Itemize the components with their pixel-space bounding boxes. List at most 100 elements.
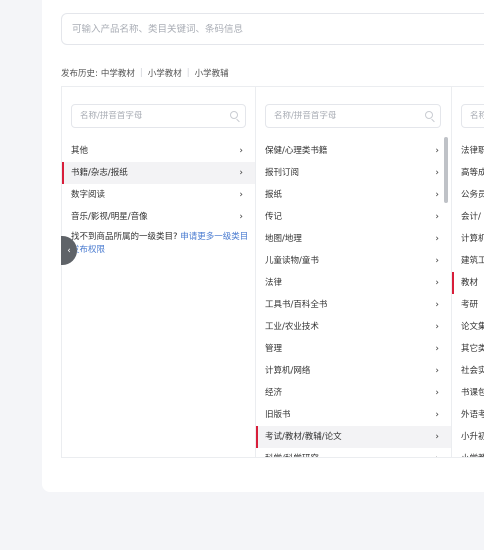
category-item-label: 法律	[265, 278, 283, 288]
column-filter[interactable]	[71, 104, 246, 128]
chevron-right-icon: ›	[435, 146, 439, 156]
category-item[interactable]: 外语考›	[452, 404, 484, 426]
chevron-right-icon: ›	[435, 432, 439, 442]
category-item[interactable]: 音乐/影视/明星/音像 ›	[62, 206, 255, 228]
category-item-label: 小学教	[461, 454, 484, 457]
category-item[interactable]: 科学/科学研究 ›	[256, 448, 451, 457]
publish-history: 发布历史: 中学教材 | 小学教材 | 小学教辅	[61, 67, 229, 79]
category-item[interactable]: 建筑工›	[452, 250, 484, 272]
chevron-right-icon: ›	[435, 278, 439, 288]
category-item-label: 建筑工	[461, 256, 484, 266]
history-item[interactable]: 小学教辅	[195, 67, 229, 79]
category-item[interactable]: 论文集›	[452, 316, 484, 338]
category-item-label: 书籍/杂志/报纸	[71, 168, 128, 178]
category-item-label: 科学/科学研究	[265, 454, 319, 457]
history-separator: |	[186, 68, 190, 78]
chevron-right-icon: ›	[239, 168, 243, 178]
history-separator: |	[139, 68, 143, 78]
category-list: 其他 › 书籍/杂志/报纸 › 数字阅读 › 音乐/影视/明星/音像 ›	[62, 140, 255, 228]
history-label: 发布历史:	[61, 69, 98, 79]
category-item-label: 保健/心理类书籍	[265, 146, 328, 156]
chevron-right-icon: ›	[239, 146, 243, 156]
search-icon	[425, 111, 433, 119]
column-filter[interactable]	[265, 104, 441, 128]
chevron-right-icon: ›	[435, 322, 439, 332]
search-icon	[230, 111, 238, 119]
product-search-input[interactable]	[72, 23, 484, 35]
category-item[interactable]: 报刊订阅 ›	[256, 162, 451, 184]
history-item[interactable]: 小学教材	[148, 67, 182, 79]
category-item[interactable]: 数字阅读 ›	[62, 184, 255, 206]
category-item[interactable]: 旧版书 ›	[256, 404, 451, 426]
category-item-label: 地图/地理	[265, 234, 302, 244]
chevron-right-icon: ›	[435, 448, 439, 457]
category-item[interactable]: 计算机/网络 ›	[256, 360, 451, 382]
chevron-right-icon: ›	[239, 212, 243, 222]
chevron-right-icon: ›	[239, 190, 243, 200]
category-item-label: 书课包	[461, 388, 484, 398]
category-list: 法律职›高等成›公务员›会计/›计算机›建筑工›教材›考研›论文集›其它类›社会…	[452, 140, 484, 457]
category-item[interactable]: 其它类›	[452, 338, 484, 360]
column-filter-input[interactable]	[274, 111, 432, 121]
category-item-label: 旧版书	[265, 410, 291, 420]
category-column-level3: 法律职›高等成›公务员›会计/›计算机›建筑工›教材›考研›论文集›其它类›社会…	[452, 87, 484, 457]
category-item[interactable]: 书课包›	[452, 382, 484, 404]
category-item-label: 公务员	[461, 190, 484, 200]
category-item[interactable]: 考研›	[452, 294, 484, 316]
category-item[interactable]: 传记 ›	[256, 206, 451, 228]
category-list: 保健/心理类书籍 › 报刊订阅 › 报纸 › 传记 › 地图/地理 › 儿童读物/童书 › 法律 › 工具书…	[256, 140, 451, 457]
category-item[interactable]: 小升初›	[452, 426, 484, 448]
category-item-label: 工具书/百科全书	[265, 300, 328, 310]
category-item[interactable]: 其他 ›	[62, 140, 255, 162]
chevron-right-icon: ›	[435, 212, 439, 222]
category-item-label: 高等成	[461, 168, 484, 178]
category-item[interactable]: 小学教›	[452, 448, 484, 457]
category-item[interactable]: 工具书/百科全书 ›	[256, 294, 451, 316]
category-column-level1: 其他 › 书籍/杂志/报纸 › 数字阅读 › 音乐/影视/明星/音像 › 找不到商品所属的一级…	[62, 87, 256, 457]
category-item-label: 工业/农业技术	[265, 322, 319, 332]
category-columns: 其他 › 书籍/杂志/报纸 › 数字阅读 › 音乐/影视/明星/音像 › 找不到商品所属的一级…	[61, 86, 484, 458]
category-item[interactable]: 报纸 ›	[256, 184, 451, 206]
category-item-label: 小升初	[461, 432, 484, 442]
category-item[interactable]: 经济 ›	[256, 382, 451, 404]
category-item[interactable]: 教材›	[452, 272, 484, 294]
column-filter-input[interactable]	[80, 111, 237, 121]
chevron-right-icon: ›	[435, 410, 439, 420]
column-filter[interactable]	[461, 104, 484, 128]
category-item[interactable]: 儿童读物/童书 ›	[256, 250, 451, 272]
category-item[interactable]: 法律职›	[452, 140, 484, 162]
category-item-label: 报纸	[265, 190, 283, 200]
category-item[interactable]: 管理 ›	[256, 338, 451, 360]
category-item[interactable]: 书籍/杂志/报纸 ›	[62, 162, 255, 184]
category-item-label: 传记	[265, 212, 283, 222]
category-item-label: 数字阅读	[71, 190, 106, 200]
category-item-label: 法律职	[461, 146, 484, 156]
category-item[interactable]: 会计/›	[452, 206, 484, 228]
category-item[interactable]: 高等成›	[452, 162, 484, 184]
category-item[interactable]: 考试/教材/教辅/论文 ›	[256, 426, 451, 448]
chevron-right-icon: ›	[435, 168, 439, 178]
category-item[interactable]: 工业/农业技术 ›	[256, 316, 451, 338]
category-item[interactable]: 公务员›	[452, 184, 484, 206]
product-search-bar[interactable]	[61, 13, 484, 45]
column-filter-input[interactable]	[470, 111, 484, 121]
category-item[interactable]: 社会实›	[452, 360, 484, 382]
category-hint: 找不到商品所属的一级类目? 申请更多一级类目发布权限	[71, 231, 249, 257]
category-item-label: 其他	[71, 146, 89, 156]
category-item-label: 计算机	[461, 234, 484, 244]
category-item[interactable]: 保健/心理类书籍 ›	[256, 140, 451, 162]
chevron-right-icon: ›	[435, 388, 439, 398]
column-scrollbar[interactable]	[444, 137, 448, 203]
category-item-label: 管理	[265, 344, 283, 354]
chevron-right-icon: ›	[435, 366, 439, 376]
category-item[interactable]: 地图/地理 ›	[256, 228, 451, 250]
category-item[interactable]: 计算机›	[452, 228, 484, 250]
category-item-label: 经济	[265, 388, 283, 398]
history-item[interactable]: 中学教材	[101, 67, 135, 79]
category-item-label: 外语考	[461, 410, 484, 420]
category-item-label: 计算机/网络	[265, 366, 311, 376]
chevron-right-icon: ›	[435, 300, 439, 310]
category-item-label: 论文集	[461, 322, 484, 332]
category-item-label: 考试/教材/教辅/论文	[265, 432, 342, 442]
category-item[interactable]: 法律 ›	[256, 272, 451, 294]
